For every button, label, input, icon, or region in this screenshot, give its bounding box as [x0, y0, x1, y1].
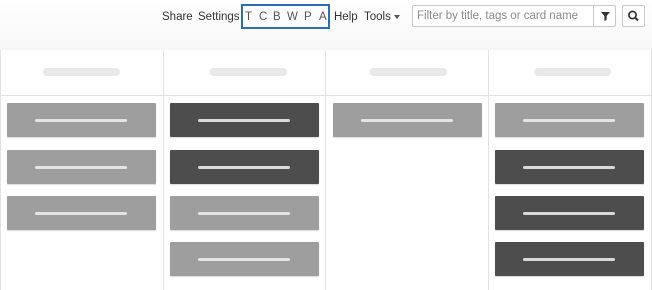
- view-button-t[interactable]: T: [245, 10, 252, 24]
- card-title-placeholder: [198, 166, 290, 169]
- card-title-placeholder: [198, 212, 290, 215]
- tools-label: Tools: [364, 11, 391, 23]
- card[interactable]: [495, 242, 644, 276]
- view-button-b[interactable]: B: [273, 10, 281, 24]
- card-title-placeholder: [523, 119, 615, 122]
- view-switcher: [241, 4, 330, 29]
- help-link[interactable]: Help: [334, 10, 358, 24]
- card[interactable]: [495, 196, 644, 230]
- chevron-down-icon: [393, 14, 400, 19]
- card[interactable]: [7, 150, 156, 184]
- card-title-placeholder: [198, 119, 290, 122]
- column-header[interactable]: [163, 50, 325, 96]
- card[interactable]: [170, 196, 319, 230]
- card[interactable]: [333, 103, 482, 137]
- card-title-placeholder: [523, 212, 615, 215]
- card-title-placeholder: [523, 166, 615, 169]
- column-header[interactable]: [325, 50, 488, 96]
- filter-input[interactable]: [417, 7, 591, 25]
- card[interactable]: [170, 150, 319, 184]
- search-button[interactable]: [622, 5, 645, 27]
- column-title-placeholder: [210, 68, 287, 76]
- board-column-1: [0, 50, 163, 290]
- column-title-placeholder: [43, 68, 120, 76]
- share-link[interactable]: Share: [162, 10, 193, 24]
- column-title-placeholder: [370, 68, 447, 76]
- view-button-w[interactable]: W: [287, 10, 298, 24]
- tools-menu[interactable]: Tools: [364, 10, 400, 24]
- view-button-p[interactable]: P: [304, 10, 312, 24]
- board-column-3: [325, 50, 488, 290]
- top-toolbar: Share Settings T C B W P A Help Tools: [0, 0, 652, 50]
- card-title-placeholder: [361, 119, 453, 122]
- card-title-placeholder: [35, 119, 127, 122]
- search-icon: [628, 10, 639, 22]
- card[interactable]: [170, 103, 319, 137]
- card[interactable]: [495, 103, 644, 137]
- column-title-placeholder: [534, 68, 611, 76]
- kanban-board: [0, 50, 652, 290]
- board-column-4: [488, 50, 651, 290]
- column-header[interactable]: [0, 50, 163, 96]
- card[interactable]: [7, 103, 156, 137]
- settings-link[interactable]: Settings: [198, 10, 240, 24]
- filter-box: [412, 5, 616, 27]
- card-title-placeholder: [35, 212, 127, 215]
- card[interactable]: [170, 242, 319, 276]
- card[interactable]: [7, 196, 156, 230]
- card-title-placeholder: [198, 258, 290, 261]
- view-button-a[interactable]: A: [319, 10, 327, 24]
- filter-funnel-icon: [601, 12, 610, 21]
- board-column-2: [163, 50, 325, 290]
- card[interactable]: [495, 150, 644, 184]
- view-button-c[interactable]: C: [259, 10, 267, 24]
- card-title-placeholder: [523, 258, 615, 261]
- column-header[interactable]: [488, 50, 651, 96]
- card-title-placeholder: [35, 166, 127, 169]
- filter-button[interactable]: [593, 6, 617, 26]
